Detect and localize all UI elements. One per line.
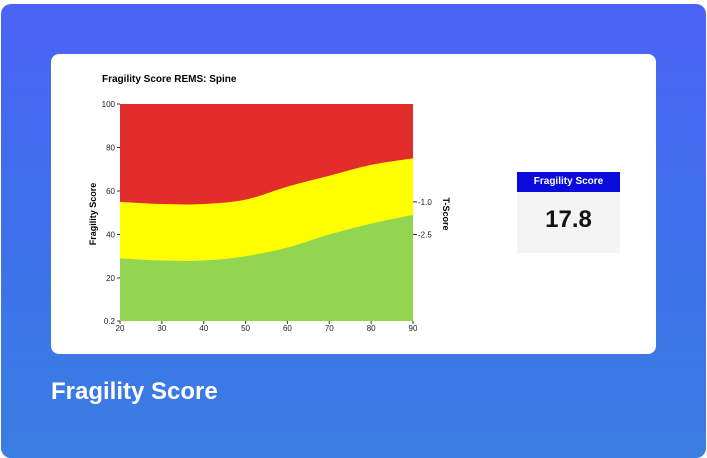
y-tick-label: 60 xyxy=(106,187,115,196)
x-tick-label: 20 xyxy=(116,324,125,333)
t-score-tick-label: -1.0 xyxy=(418,198,432,207)
y-tick-label: 20 xyxy=(106,274,115,283)
x-tick-label: 30 xyxy=(157,324,166,333)
y-tick-label: 40 xyxy=(106,230,115,239)
y-axis-label: Fragility Score xyxy=(88,183,98,246)
score-card-header: Fragility Score xyxy=(517,172,620,192)
x-tick-label: 50 xyxy=(241,324,250,333)
score-value: 17.8 xyxy=(545,206,592,233)
y-tick-label: 80 xyxy=(106,143,115,152)
x-tick-label: 80 xyxy=(367,324,376,333)
x-tick-label: 90 xyxy=(409,324,418,333)
x-tick-label: 60 xyxy=(283,324,292,333)
x-tick-label: 70 xyxy=(325,324,334,333)
score-card: Fragility Score 17.8 xyxy=(517,172,620,253)
t-score-tick-label: -2.5 xyxy=(418,230,432,239)
t-score-axis-label: T-Score xyxy=(441,197,451,230)
y-tick-label: 0.2 xyxy=(104,317,116,326)
y-tick-label: 100 xyxy=(102,100,116,109)
x-tick-label: 40 xyxy=(199,324,208,333)
widget-title: Fragility Score xyxy=(51,378,218,405)
